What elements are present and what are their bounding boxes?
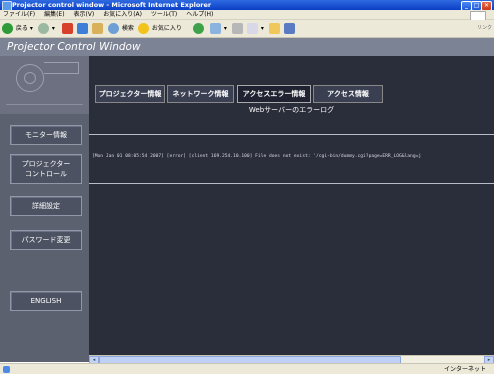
horizontal-scrollbar[interactable]: ◂ ▸ — [89, 355, 494, 365]
sidebar-button-english[interactable]: ENGLISH — [10, 291, 82, 311]
lens-center-icon — [24, 72, 36, 84]
projector-logo — [0, 56, 89, 114]
forward-button[interactable]: ▾ — [38, 23, 55, 35]
statusbar: インターネット — [0, 363, 494, 374]
search-icon — [108, 23, 119, 34]
tab-access-error-info[interactable]: アクセスエラー情報 — [237, 85, 311, 103]
log-entry: [Mon Jan 01 08:05:54 2007] [error] [clie… — [92, 154, 422, 159]
window-titlebar: Projector control window - Microsoft Int… — [0, 0, 494, 11]
back-label: 戻る — [15, 25, 28, 32]
stop-button[interactable] — [62, 23, 74, 35]
dropdown-icon: ▾ — [260, 25, 264, 32]
menu-help[interactable]: ヘルプ(H) — [186, 11, 213, 18]
print-button[interactable] — [232, 23, 244, 35]
log-title: Webサーバーのエラーログ — [248, 106, 335, 114]
divider — [89, 183, 494, 184]
menu-file[interactable]: ファイル(F) — [3, 11, 35, 18]
menu-tools[interactable]: ツール(T) — [151, 11, 177, 18]
toolbar: 戻る ▾ ▾ 検索 お気に入り ▾ ▾ リンク — [0, 20, 494, 38]
mail-button[interactable]: ▾ — [210, 23, 227, 35]
home-icon — [92, 23, 103, 34]
links-label[interactable]: リンク — [477, 24, 492, 31]
menu-edit[interactable]: 編集(E) — [44, 11, 64, 18]
sidebar-button-projector-control[interactable]: プロジェクター コントロール — [10, 154, 82, 184]
back-button[interactable]: 戻る ▾ — [2, 23, 33, 35]
favorites-button[interactable]: お気に入り — [138, 23, 182, 35]
stop-icon — [62, 23, 73, 34]
tab-projector-info[interactable]: プロジェクター情報 — [95, 85, 165, 103]
dropdown-icon: ▾ — [51, 25, 55, 32]
star-icon — [138, 23, 149, 34]
forward-arrow-icon — [38, 23, 49, 34]
folder-icon — [269, 23, 280, 34]
history-button[interactable] — [193, 23, 205, 35]
menu-view[interactable]: 表示(V) — [73, 11, 94, 18]
divider — [89, 134, 494, 135]
menubar: ファイル(F) 編集(E) 表示(V) お気に入り(A) ツール(T) ヘルプ(… — [0, 10, 494, 21]
messenger-button[interactable] — [284, 23, 296, 35]
beam-icon — [44, 62, 79, 74]
search-label: 検索 — [121, 25, 134, 32]
security-zone: インターネット — [443, 366, 486, 373]
edit-icon — [247, 23, 258, 34]
messenger-icon — [284, 23, 295, 34]
page-title: Projector Control Window — [0, 38, 494, 56]
history-icon — [193, 23, 204, 34]
divider — [6, 104, 83, 105]
dropdown-icon: ▾ — [223, 25, 227, 32]
folder-button[interactable] — [269, 23, 281, 35]
window-title: Projector control window - Microsoft Int… — [12, 1, 212, 9]
tab-network-info[interactable]: ネットワーク情報 — [167, 85, 234, 103]
back-arrow-icon — [2, 23, 13, 34]
edit-button[interactable]: ▾ — [247, 23, 264, 35]
print-icon — [232, 23, 243, 34]
search-button[interactable]: 検索 — [108, 23, 134, 35]
dropdown-icon: ▾ — [29, 25, 33, 32]
favorites-label: お気に入り — [151, 25, 182, 32]
sidebar-button-detailed-settings[interactable]: 詳細設定 — [10, 196, 82, 216]
refresh-button[interactable] — [77, 23, 89, 35]
tab-access-info[interactable]: アクセス情報 — [313, 85, 383, 103]
sidebar-button-monitor-info[interactable]: モニター情報 — [10, 125, 82, 145]
home-button[interactable] — [92, 23, 104, 35]
page-icon — [3, 366, 10, 373]
refresh-icon — [77, 23, 88, 34]
menu-favorites[interactable]: お気に入り(A) — [103, 11, 142, 18]
sidebar-button-password-change[interactable]: パスワード変更 — [10, 230, 82, 250]
mail-icon — [210, 23, 221, 34]
